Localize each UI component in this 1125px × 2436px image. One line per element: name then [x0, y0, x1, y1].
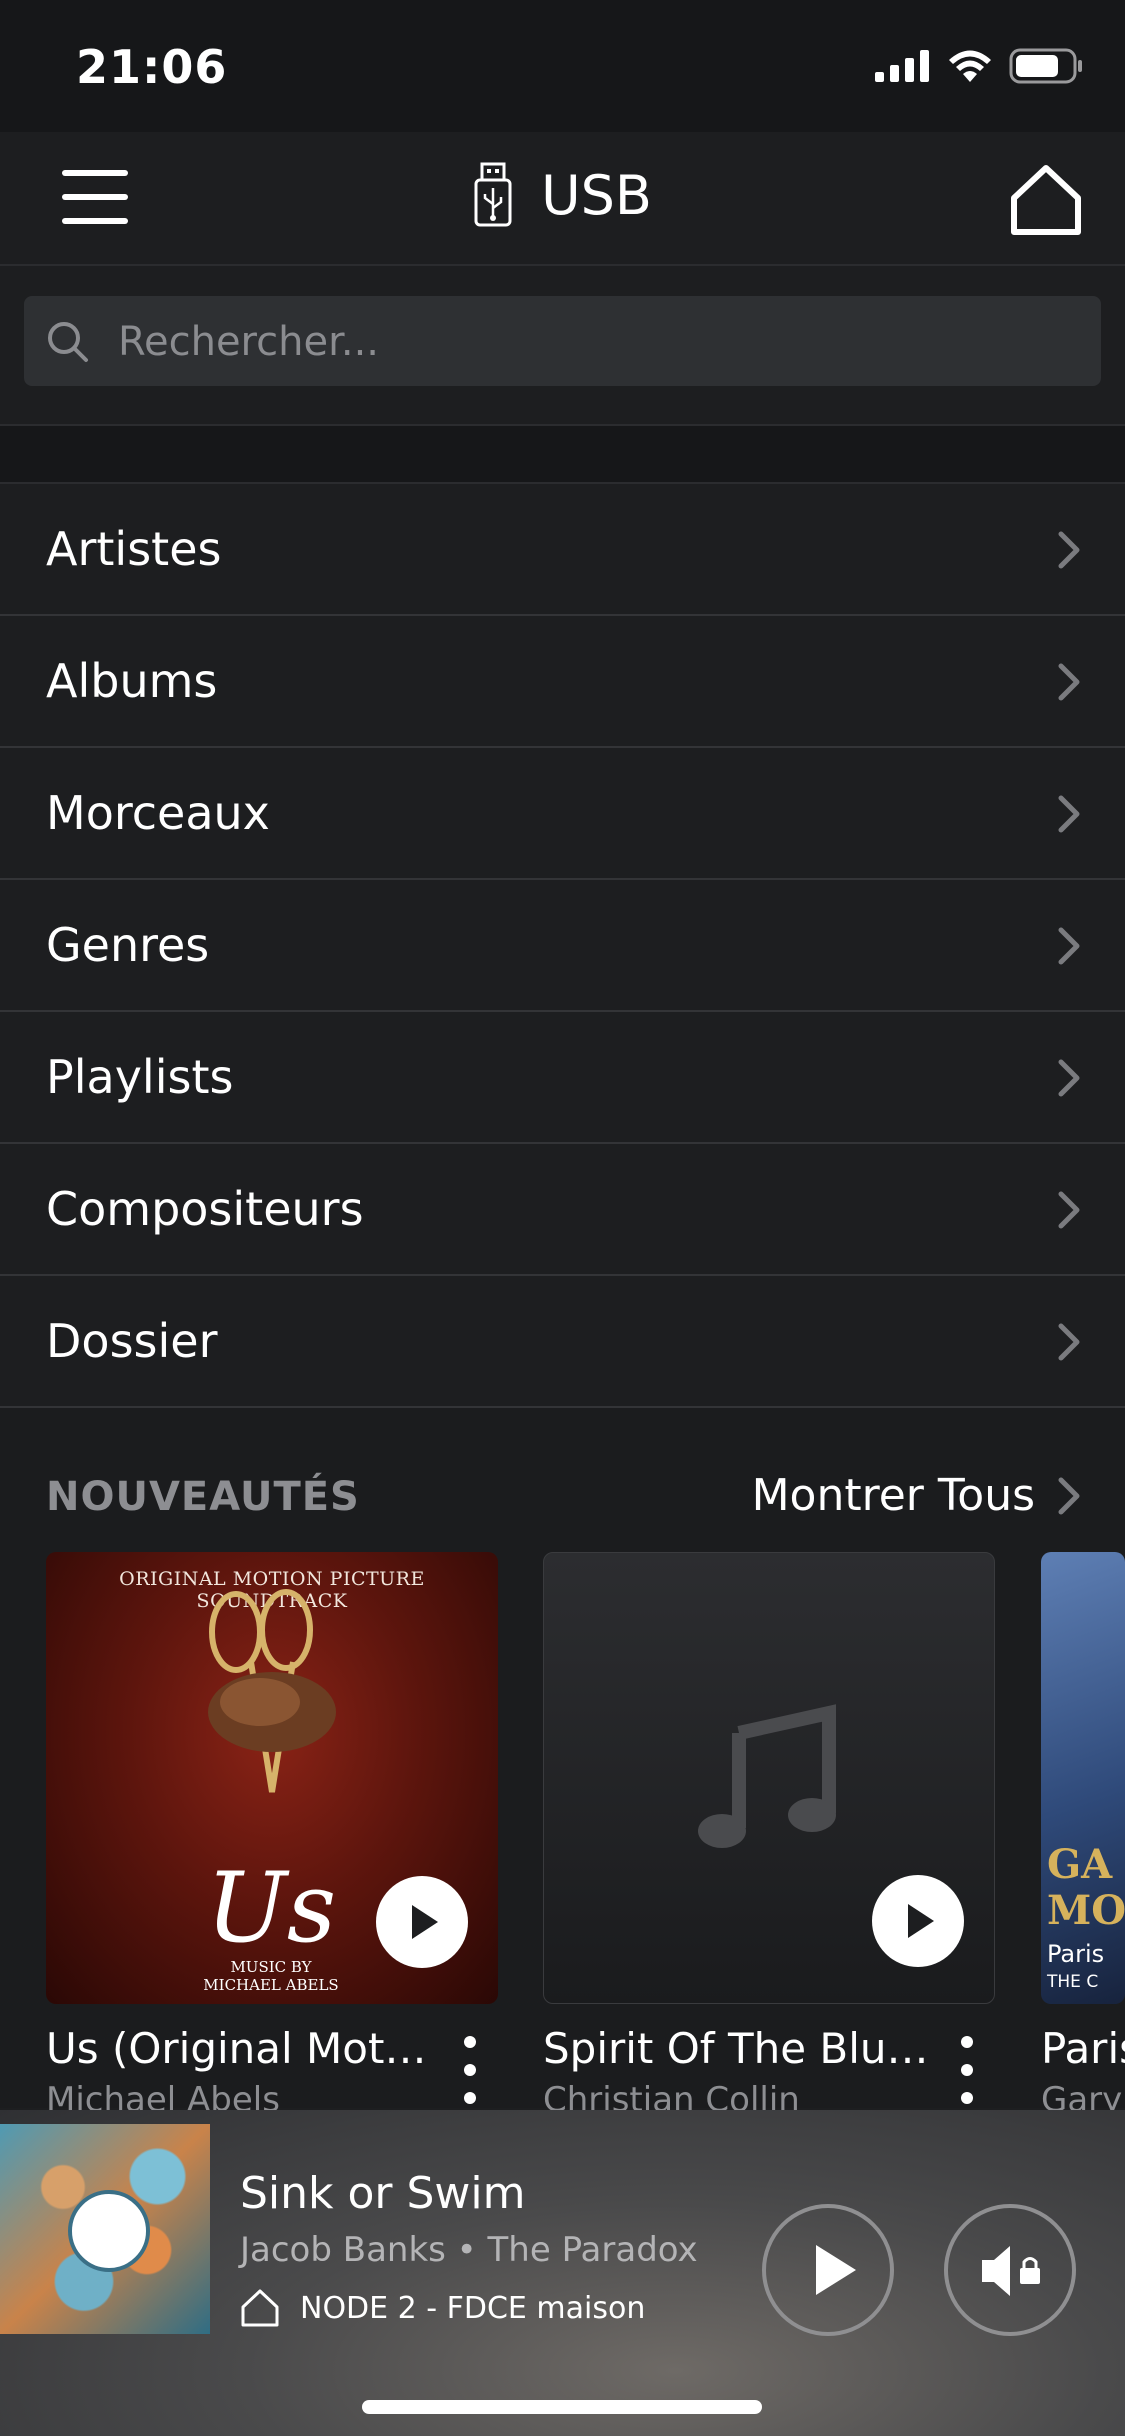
- new-releases-section: NOUVEAUTÉS Montrer Tous ORIGINAL MOTION …: [0, 1408, 1125, 2120]
- now-playing-artwork[interactable]: [0, 2124, 210, 2334]
- status-time: 21:06: [76, 40, 228, 94]
- cover-title-text: GA MO: [1047, 1841, 1125, 1934]
- battery-icon: [1009, 48, 1082, 84]
- cover-credit-text: MUSIC BY MICHAEL ABELS: [203, 1958, 339, 1994]
- menu-item-label: Artistes: [46, 522, 222, 576]
- search-area: [0, 266, 1125, 426]
- status-bar: 21:06: [0, 0, 1125, 132]
- library-menu: Artistes Albums Morceaux Genres Playlist…: [0, 484, 1125, 1408]
- zone-label: NODE 2 - FDCE maison: [300, 2290, 646, 2326]
- play-icon: [412, 1905, 438, 1939]
- volume-button[interactable]: [944, 2204, 1076, 2336]
- app-header: USB: [0, 132, 1125, 266]
- cellular-signal-icon: [875, 50, 929, 82]
- usb-stick-icon: [474, 162, 512, 227]
- chevron-right-icon: [1058, 663, 1080, 701]
- play-icon: [816, 2245, 856, 2295]
- home-icon[interactable]: [1009, 162, 1083, 236]
- play-pause-button[interactable]: [762, 2204, 894, 2336]
- menu-item-dossier[interactable]: Dossier: [0, 1276, 1125, 1408]
- menu-item-albums[interactable]: Albums: [0, 616, 1125, 748]
- divider-band: [0, 426, 1125, 484]
- menu-item-genres[interactable]: Genres: [0, 880, 1125, 1012]
- chevron-right-icon: [1058, 927, 1080, 965]
- menu-item-playlists[interactable]: Playlists: [0, 1012, 1125, 1144]
- chevron-right-icon: [1058, 1191, 1080, 1229]
- wifi-icon: [949, 50, 991, 82]
- album-card[interactable]: GA MO Paris THE C Paris Gary M: [1041, 1552, 1125, 2172]
- menu-item-label: Albums: [46, 654, 218, 708]
- chevron-right-icon: [1058, 1059, 1080, 1097]
- cover-title-text: Us: [206, 1852, 337, 1964]
- cover-small-text: THE C: [1047, 1972, 1099, 1992]
- menu-item-label: Compositeurs: [46, 1182, 364, 1236]
- track-title: Sink or Swim: [240, 2168, 526, 2219]
- home-indicator[interactable]: [362, 2400, 762, 2414]
- album-cover[interactable]: [543, 1552, 995, 2004]
- menu-item-morceaux[interactable]: Morceaux: [0, 748, 1125, 880]
- menu-item-label: Genres: [46, 918, 210, 972]
- chevron-right-icon: [1058, 1477, 1080, 1514]
- album-cover[interactable]: GA MO Paris THE C: [1041, 1552, 1125, 2004]
- album-cover[interactable]: ORIGINAL MOTION PICTURE SOUNDTRACK Us MU…: [46, 1552, 498, 2004]
- page-title: USB: [541, 163, 652, 227]
- chevron-right-icon: [1058, 1323, 1080, 1361]
- zone-selector[interactable]: NODE 2 - FDCE maison: [240, 2288, 645, 2328]
- menu-item-artistes[interactable]: Artistes: [0, 484, 1125, 616]
- search-input[interactable]: [116, 296, 1080, 388]
- volume-locked-icon: [982, 2246, 1040, 2296]
- show-all-button[interactable]: Montrer Tous: [752, 1470, 1081, 1521]
- now-playing-bar[interactable]: Sink or Swim Jacob Banks • The Paradox N…: [0, 2110, 1125, 2436]
- section-title: NOUVEAUTÉS: [46, 1474, 360, 1520]
- cover-subtitle-text: Paris: [1047, 1940, 1105, 1968]
- play-icon: [908, 1904, 934, 1938]
- home-zone-icon: [241, 2289, 279, 2327]
- play-button[interactable]: [872, 1875, 964, 1967]
- album-title: Paris: [1041, 2024, 1125, 2073]
- more-options-icon[interactable]: [458, 2036, 482, 2106]
- menu-item-label: Dossier: [46, 1314, 218, 1368]
- chevron-right-icon: [1058, 795, 1080, 833]
- search-icon: [48, 322, 88, 362]
- search-field[interactable]: [24, 296, 1101, 388]
- track-artist-album: Jacob Banks • The Paradox: [240, 2230, 698, 2270]
- menu-item-compositeurs[interactable]: Compositeurs: [0, 1144, 1125, 1276]
- menu-item-label: Morceaux: [46, 786, 270, 840]
- chevron-right-icon: [1058, 531, 1080, 569]
- album-card[interactable]: ORIGINAL MOTION PICTURE SOUNDTRACK Us MU…: [46, 1552, 500, 2120]
- album-title: Spirit Of The Blues: [543, 2024, 933, 2073]
- album-title: Us (Original Motion Picture Soundtrack): [46, 2024, 436, 2073]
- more-options-icon[interactable]: [955, 2036, 979, 2106]
- show-all-label: Montrer Tous: [751, 1470, 1035, 1521]
- menu-item-label: Playlists: [46, 1050, 234, 1104]
- status-icons: [875, 48, 1083, 84]
- play-button[interactable]: [376, 1876, 468, 1968]
- music-note-icon: [698, 1704, 836, 1848]
- album-card[interactable]: Spirit Of The Blues Christian Collin: [543, 1552, 997, 2120]
